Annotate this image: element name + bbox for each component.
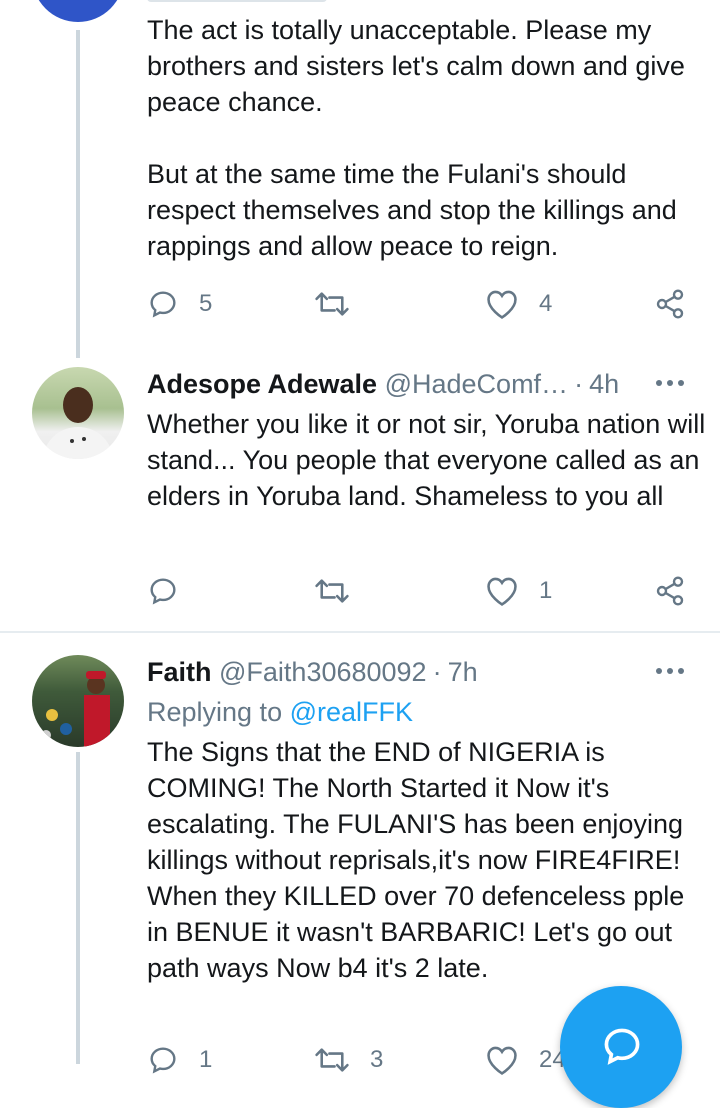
retweet-count: 3	[370, 1046, 384, 1073]
avatar-person	[42, 387, 114, 459]
share-icon	[656, 289, 684, 319]
retweet-icon	[315, 1048, 349, 1072]
retweet-icon	[315, 579, 349, 603]
like-button[interactable]: 1	[485, 575, 552, 607]
retweet-button[interactable]	[314, 288, 370, 320]
share-icon	[656, 576, 684, 606]
compose-reply-icon	[604, 1028, 640, 1065]
replying-label: Replying to	[147, 697, 283, 727]
share-button[interactable]	[654, 575, 686, 607]
reply-icon	[150, 1047, 176, 1074]
like-button[interactable]: 4	[485, 288, 552, 320]
replying-to-cut	[147, 0, 327, 2]
replying-to: Replying to @realFFK	[147, 694, 413, 730]
retweet-button[interactable]: 3	[314, 1044, 383, 1076]
reply-icon	[150, 578, 176, 605]
tweet-header: Faith @Faith30680092 · 7h	[147, 654, 478, 690]
tweet-time[interactable]: 4h	[589, 369, 619, 399]
avatar-person	[41, 671, 110, 747]
more-options-icon[interactable]	[656, 668, 684, 676]
reply-icon	[150, 291, 176, 318]
heart-icon	[487, 577, 517, 606]
author-handle[interactable]: @HadeComf…	[385, 369, 568, 399]
compose-reply-button[interactable]	[560, 986, 682, 1108]
like-count: 1	[539, 577, 553, 604]
replying-mention-link[interactable]: @realFFK	[290, 697, 413, 727]
heart-icon	[487, 1046, 517, 1075]
share-button[interactable]	[654, 288, 686, 320]
retweet-button[interactable]	[314, 575, 370, 607]
tweet-header: Adesope Adewale @HadeComf… · 4h	[147, 366, 619, 402]
dot-separator: ·	[574, 369, 584, 399]
tweet-divider	[0, 631, 720, 633]
more-options-icon[interactable]	[656, 380, 684, 388]
reply-button[interactable]: 5	[147, 288, 212, 320]
reply-button[interactable]: 1	[147, 1044, 212, 1076]
avatar[interactable]	[32, 0, 124, 22]
like-button[interactable]: 24	[485, 1044, 566, 1076]
tweet-text: The act is totally unacceptable. Please …	[147, 15, 685, 261]
retweet-icon	[315, 292, 349, 316]
heart-icon	[487, 290, 517, 319]
tweet-text: The Signs that the END of NIGERIA is COM…	[147, 737, 692, 983]
reply-button[interactable]	[147, 575, 199, 607]
author-name[interactable]: Adesope Adewale	[147, 369, 377, 399]
dot-separator: ·	[432, 657, 442, 687]
avatar[interactable]	[32, 367, 124, 459]
avatar[interactable]	[32, 655, 124, 747]
thread-line	[76, 30, 80, 358]
tweet-time[interactable]: 7h	[448, 657, 478, 687]
reply-count: 5	[199, 290, 213, 317]
tweet-text: Whether you like it or not sir, Yoruba n…	[147, 409, 713, 511]
thread-line	[76, 752, 80, 1064]
reply-count: 1	[199, 1046, 213, 1073]
like-count: 4	[539, 290, 553, 317]
author-name[interactable]: Faith	[147, 657, 212, 687]
author-handle[interactable]: @Faith30680092	[219, 657, 427, 687]
